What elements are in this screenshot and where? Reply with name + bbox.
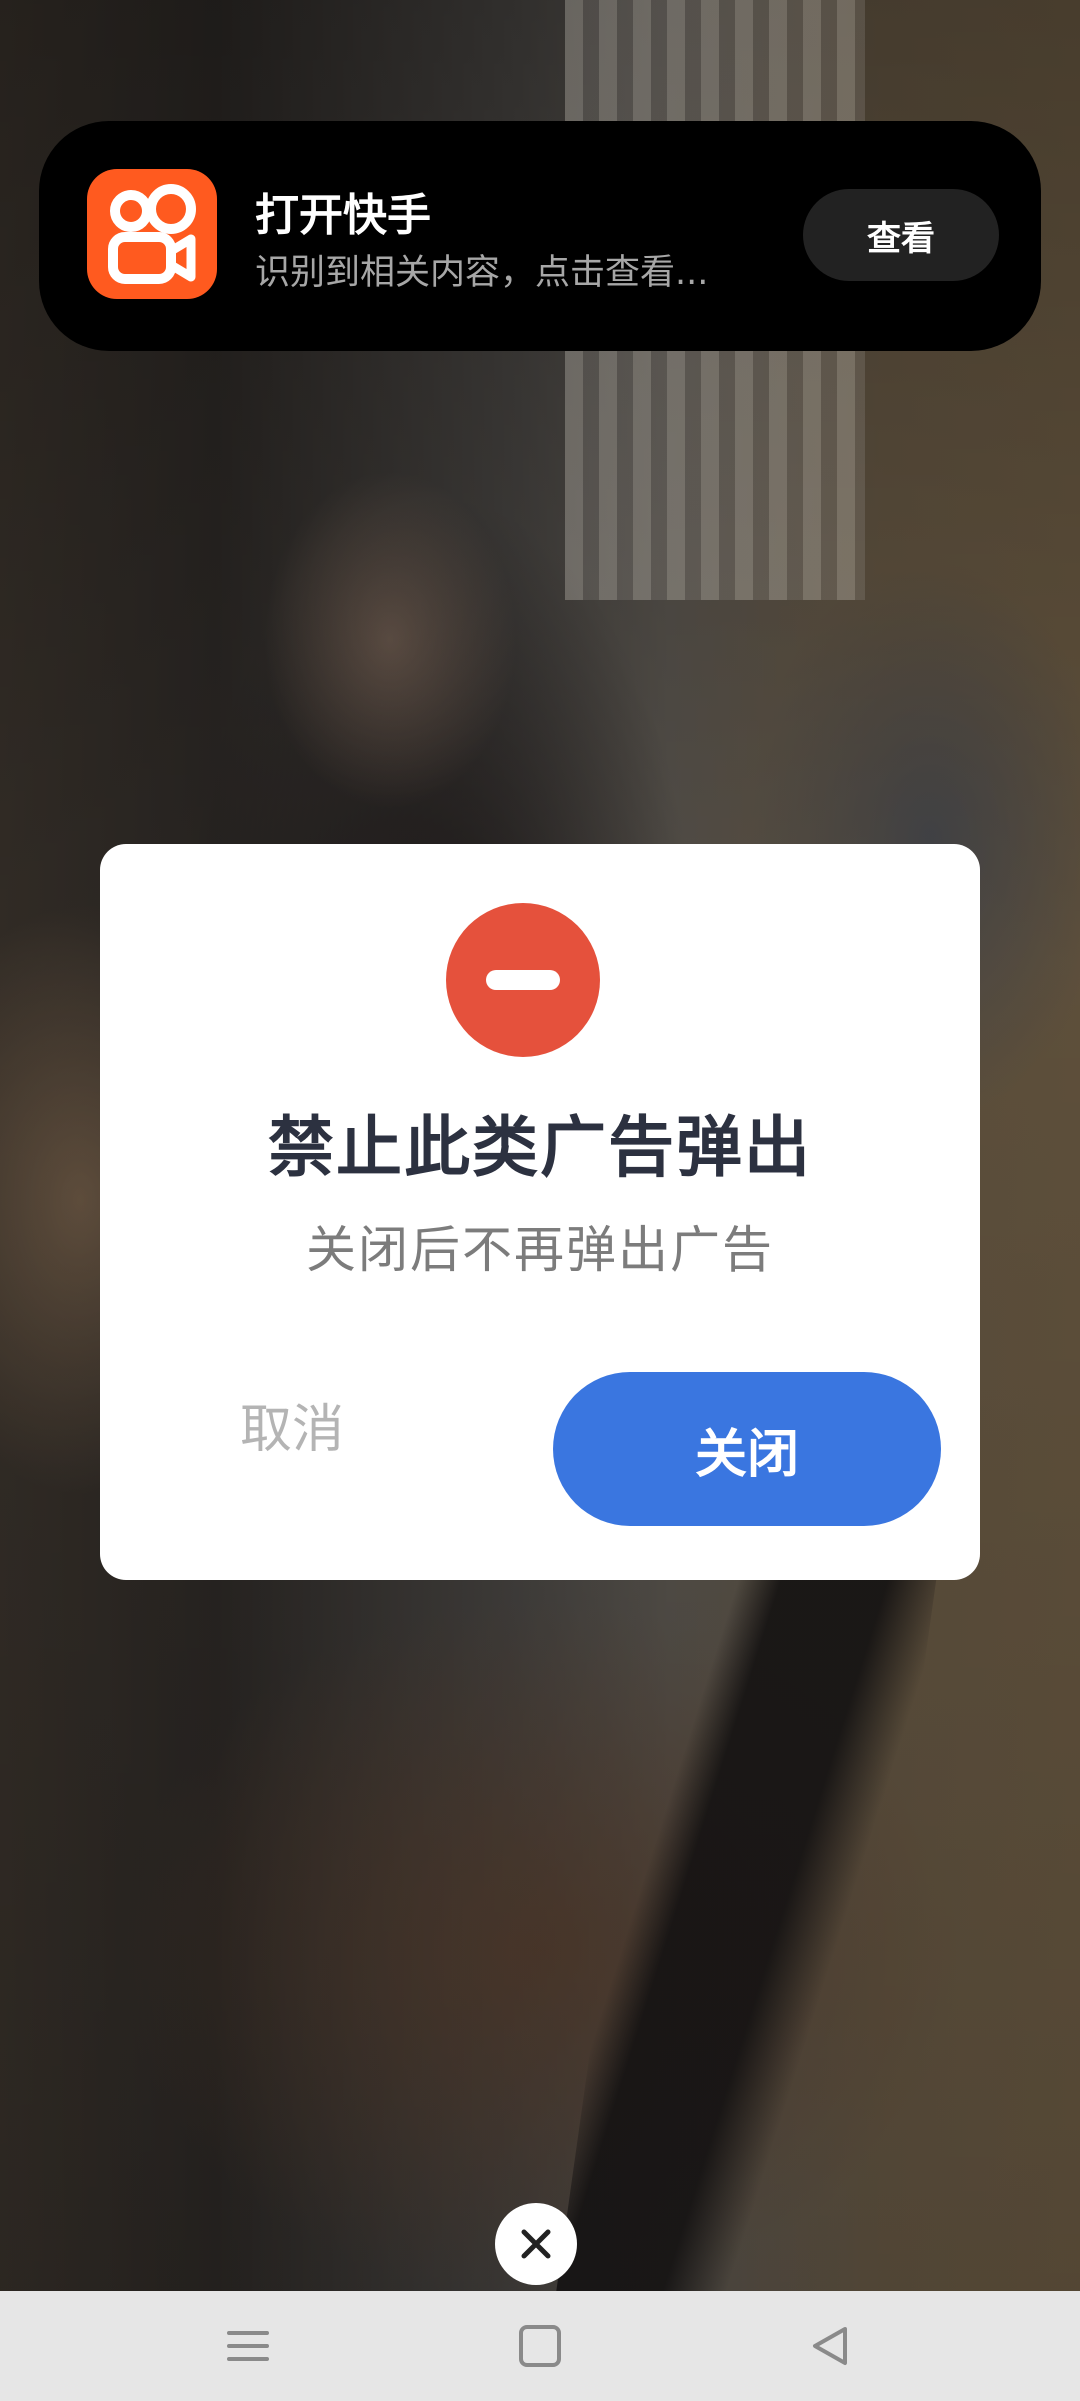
dismiss-ad-button[interactable]: [495, 2203, 577, 2285]
system-nav-bar: [0, 2291, 1080, 2401]
notification-subtitle: 识别到相关内容，点击查看...: [255, 253, 709, 293]
stop-icon: [446, 903, 600, 1057]
view-button[interactable]: 查看: [803, 189, 999, 281]
cancel-button[interactable]: 取消: [240, 1387, 344, 1462]
home-icon[interactable]: [510, 2316, 570, 2376]
back-icon[interactable]: [800, 2316, 860, 2376]
notification-title: 打开快手: [255, 190, 431, 241]
close-ad-button[interactable]: 关闭: [553, 1372, 941, 1526]
kuaishou-app-icon: [87, 169, 217, 299]
dialog-subtitle: 关闭后不再弹出广告: [306, 1221, 774, 1279]
screen: 打开快手 识别到相关内容，点击查看... 查看 禁止此类广告弹出 关闭后不再弹出…: [0, 0, 1080, 2401]
app-open-notification[interactable]: 打开快手 识别到相关内容，点击查看... 查看: [39, 121, 1041, 351]
block-ad-dialog: 禁止此类广告弹出 关闭后不再弹出广告 取消 关闭: [100, 844, 980, 1580]
close-icon: [521, 2229, 551, 2259]
dialog-title: 禁止此类广告弹出: [268, 1109, 812, 1186]
menu-icon[interactable]: [218, 2316, 278, 2376]
